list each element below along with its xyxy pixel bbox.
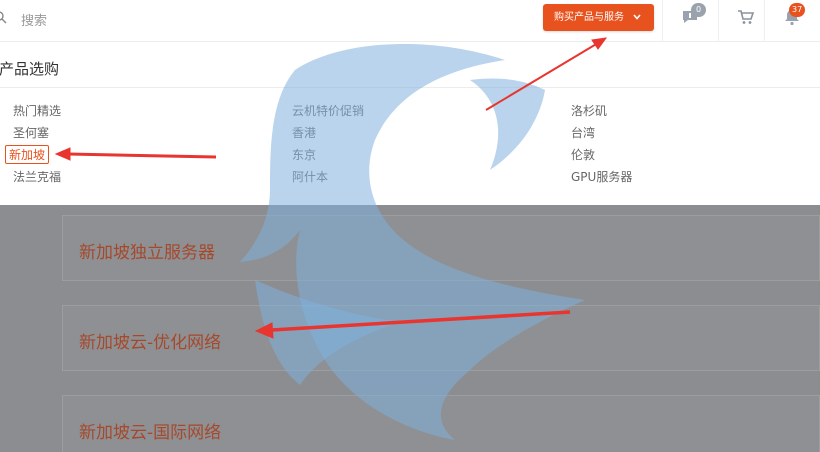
- product-card-title: 新加坡云-优化网络: [79, 333, 222, 353]
- messages-badge: 0: [691, 3, 706, 17]
- page-overlay: 新加坡独立服务器 新加坡云-优化网络 新加坡云-国际网络: [0, 205, 820, 452]
- product-card-title: 新加坡独立服务器: [79, 243, 215, 263]
- menu-item-cloud-promo[interactable]: 云机特价促销: [292, 102, 364, 119]
- product-card[interactable]: 新加坡云-优化网络: [62, 305, 820, 371]
- menu-item-los-angeles[interactable]: 洛杉矶: [571, 102, 607, 119]
- divider: [0, 87, 820, 88]
- menu-item-tokyo[interactable]: 东京: [292, 146, 316, 163]
- menu-item-san-jose[interactable]: 圣何塞: [13, 124, 49, 141]
- product-card-title: 新加坡云-国际网络: [79, 423, 222, 443]
- chevron-down-icon: [633, 14, 641, 20]
- menu-item-frankfurt[interactable]: 法兰克福: [13, 168, 61, 185]
- menu-item-gpu-server[interactable]: GPU服务器: [571, 168, 632, 185]
- buy-products-button[interactable]: 购买产品与服务: [543, 4, 654, 31]
- top-bar: 搜索 购买产品与服务 0 37: [0, 0, 820, 42]
- product-card[interactable]: 新加坡独立服务器: [62, 215, 820, 281]
- buy-products-label: 购买产品与服务: [554, 12, 624, 23]
- menu-item-singapore[interactable]: 新加坡: [5, 145, 50, 164]
- messages-button[interactable]: 0: [662, 0, 718, 42]
- menu-item-ashburn[interactable]: 阿什本: [292, 168, 328, 185]
- menu-item-hot[interactable]: 热门精选: [13, 102, 61, 119]
- products-title: 产品选购: [0, 60, 60, 78]
- search-icon[interactable]: [0, 11, 8, 25]
- search-input[interactable]: 搜索: [21, 10, 47, 29]
- menu-item-hong-kong[interactable]: 香港: [292, 124, 316, 141]
- menu-item-london[interactable]: 伦敦: [571, 146, 595, 163]
- cart-icon: [738, 10, 755, 24]
- menu-item-taiwan[interactable]: 台湾: [571, 124, 595, 141]
- product-card[interactable]: 新加坡云-国际网络: [62, 395, 820, 452]
- notifications-button[interactable]: 37: [764, 0, 820, 42]
- notifications-badge: 37: [789, 3, 806, 17]
